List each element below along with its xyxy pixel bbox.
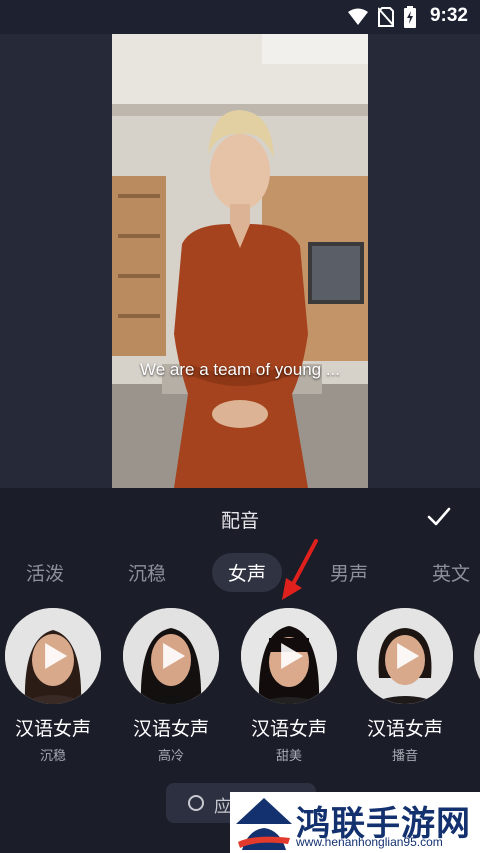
status-bar: 9:32 [0, 0, 480, 34]
voice-card-partial[interactable] [474, 608, 480, 704]
play-icon[interactable] [395, 641, 421, 671]
wifi-icon [348, 8, 368, 25]
play-icon[interactable] [161, 641, 187, 671]
battery-charging-icon [404, 6, 416, 28]
tab-lively[interactable]: 活泼 [26, 559, 64, 586]
play-icon[interactable] [279, 641, 305, 671]
apply-radio[interactable] [188, 795, 204, 811]
play-icon[interactable] [43, 641, 69, 671]
tab-male-voice[interactable]: 男声 [330, 559, 368, 586]
preview-area: We are a team of young ... [0, 34, 480, 488]
video-preview[interactable]: We are a team of young ... [112, 34, 368, 488]
watermark: 鸿联手游网 www.henanhonglian95.com [230, 792, 480, 853]
voice-desc: 高冷 [157, 749, 184, 764]
voice-desc: 甜美 [275, 749, 302, 764]
status-time: 9:32 [429, 5, 468, 26]
voice-name: 汉语女声 [14, 718, 91, 740]
panel-title: 配音 [220, 510, 259, 532]
annotation-arrow-icon [282, 539, 318, 600]
tab-female-voice[interactable]: 女声 [212, 553, 283, 592]
voice-name: 汉语女声 [132, 718, 209, 740]
apply-label: 应 [214, 797, 231, 817]
presenter-video-frame [112, 34, 368, 488]
voice-list: 汉语女声 沉稳 汉语女声 高冷 汉语女声 甜美 汉语女声 播音 [0, 608, 480, 768]
status-icons [348, 6, 416, 28]
voice-name: 汉语女声 [366, 718, 443, 740]
voice-card-cool[interactable]: 汉语女声 高冷 [112, 608, 230, 764]
voice-desc: 播音 [391, 749, 418, 764]
voice-name: 汉语女声 [250, 718, 327, 740]
no-sim-icon [378, 7, 394, 27]
voice-card-calm[interactable]: 汉语女声 沉稳 [0, 608, 112, 764]
confirm-check-icon[interactable] [426, 504, 452, 530]
voice-avatar [241, 608, 337, 704]
voice-avatar [123, 608, 219, 704]
voice-avatar [5, 608, 101, 704]
voice-card-broadcast[interactable]: 汉语女声 播音 [346, 608, 464, 764]
voice-avatar [357, 608, 453, 704]
watermark-logo [236, 798, 292, 850]
voice-card-sweet[interactable]: 汉语女声 甜美 [230, 608, 348, 764]
tab-english[interactable]: 英文 [432, 559, 470, 586]
watermark-url: www.henanhonglian95.com [296, 835, 443, 849]
video-subtitle: We are a team of young ... [139, 360, 340, 379]
voice-desc: 沉稳 [39, 749, 66, 764]
voice-category-tabs: 活泼 沉稳 女声 男声 英文 [0, 553, 480, 593]
tab-steady[interactable]: 沉稳 [128, 559, 166, 586]
